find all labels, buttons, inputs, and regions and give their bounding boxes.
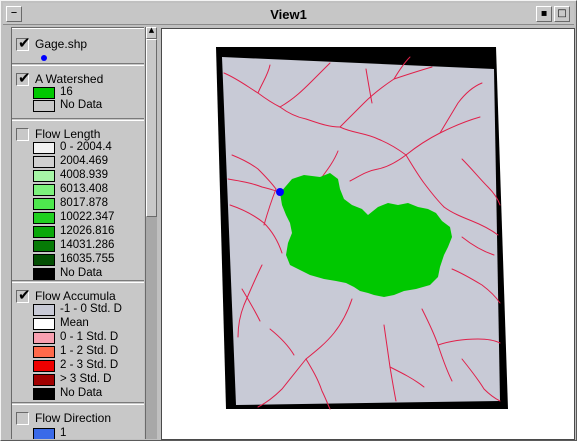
legend-label: 4008.939 bbox=[60, 169, 108, 181]
legend-label: No Data bbox=[60, 387, 103, 399]
legend-label: 1 bbox=[60, 427, 67, 439]
legend-swatch bbox=[33, 388, 55, 400]
legend-label: 16 bbox=[60, 86, 73, 98]
legend-label: 6013.408 bbox=[60, 183, 108, 195]
map-canvas bbox=[216, 47, 508, 410]
legend-swatch bbox=[33, 212, 55, 224]
map-display[interactable] bbox=[161, 28, 575, 440]
title-bar[interactable]: – View1 ▪ □ bbox=[3, 3, 574, 25]
legend-label: No Data bbox=[60, 267, 103, 279]
minimize-icon: ▪ bbox=[540, 8, 548, 19]
legend-label: 8017.878 bbox=[60, 197, 108, 209]
legend-swatch bbox=[33, 100, 55, 112]
legend-swatch bbox=[33, 428, 55, 439]
legend-label: 1 - 2 Std. D bbox=[60, 345, 119, 357]
theme-name-gage: Gage.shp bbox=[35, 37, 88, 51]
legend-swatch bbox=[33, 198, 55, 210]
legend-swatch bbox=[33, 170, 55, 182]
check-icon: ✔ bbox=[18, 69, 31, 87]
legend-swatch bbox=[33, 156, 55, 168]
legend-swatch bbox=[33, 184, 55, 196]
theme-name-flow-accumulation: Flow Accumula bbox=[35, 289, 116, 303]
watershed-visibility-checkbox[interactable]: ✔ bbox=[16, 69, 31, 87]
legend-swatch bbox=[33, 360, 55, 372]
legend-swatch bbox=[33, 346, 55, 358]
legend-label: 2 - 3 Std. D bbox=[60, 359, 119, 371]
legend-label: 16035.755 bbox=[60, 253, 115, 265]
legend-label: 10022.347 bbox=[60, 211, 115, 223]
legend-label: No Data bbox=[60, 99, 103, 111]
maximize-button[interactable]: □ bbox=[554, 6, 570, 22]
check-icon: ✔ bbox=[18, 286, 31, 304]
theme-flow-accumulation[interactable]: ✔ Flow Accumula -1 - 0 Std. D Mean 0 - 1 S… bbox=[12, 282, 144, 403]
theme-gage[interactable]: ✔ Gage.shp bbox=[12, 28, 144, 64]
theme-name-flow-direction: Flow Direction bbox=[35, 411, 112, 425]
flow-accumulation-visibility-checkbox[interactable]: ✔ bbox=[16, 286, 31, 304]
gage-point bbox=[276, 188, 284, 196]
legend-swatch bbox=[33, 142, 55, 154]
legend-swatch bbox=[33, 226, 55, 238]
arrow-up-icon: ▲ bbox=[148, 26, 155, 34]
legend-scrollbar[interactable]: ▲ bbox=[145, 26, 157, 439]
point-symbol-icon bbox=[41, 55, 47, 61]
legend-label: 12026.816 bbox=[60, 225, 115, 237]
legend-swatch bbox=[33, 87, 55, 99]
gage-visibility-checkbox[interactable]: ✔ bbox=[16, 34, 31, 52]
legend-swatch bbox=[33, 240, 55, 252]
check-icon: ✔ bbox=[18, 34, 31, 52]
window-title: View1 bbox=[270, 7, 307, 22]
legend-label: 14031.286 bbox=[60, 239, 115, 251]
flow-length-visibility-checkbox[interactable] bbox=[16, 128, 29, 141]
legend-label: Mean bbox=[60, 317, 89, 329]
legend-swatch bbox=[33, 268, 55, 280]
flow-direction-visibility-checkbox[interactable] bbox=[16, 412, 29, 425]
legend-label: -1 - 0 Std. D bbox=[60, 303, 122, 315]
legend-label: 0 - 1 Std. D bbox=[60, 331, 119, 343]
legend-label: > 3 Std. D bbox=[60, 373, 112, 385]
legend-swatch bbox=[33, 254, 55, 266]
maximize-icon: □ bbox=[557, 8, 567, 19]
view-window: – View1 ▪ □ ✔ Gage.shp ✔ A Watershed 16 bbox=[0, 0, 577, 441]
legend-swatch bbox=[33, 318, 55, 330]
theme-name-watershed: A Watershed bbox=[35, 72, 104, 86]
minimize-button[interactable]: ▪ bbox=[536, 6, 552, 22]
scroll-thumb[interactable] bbox=[146, 39, 157, 217]
scroll-up-button[interactable]: ▲ bbox=[146, 26, 157, 39]
legend-swatch bbox=[33, 374, 55, 386]
theme-flow-direction[interactable]: Flow Direction 1 bbox=[12, 404, 144, 439]
table-of-contents: ✔ Gage.shp ✔ A Watershed 16 No Data Flow… bbox=[11, 27, 144, 439]
legend-swatch bbox=[33, 332, 55, 344]
theme-name-flow-length: Flow Length bbox=[35, 127, 101, 141]
legend-label: 2004.469 bbox=[60, 155, 108, 167]
theme-flow-length[interactable]: Flow Length 0 - 2004.4 2004.469 4008.939 60… bbox=[12, 120, 144, 281]
legend-label: 0 - 2004.4 bbox=[60, 141, 112, 153]
theme-watershed[interactable]: ✔ A Watershed 16 No Data bbox=[12, 65, 144, 119]
legend-swatch bbox=[33, 304, 55, 316]
